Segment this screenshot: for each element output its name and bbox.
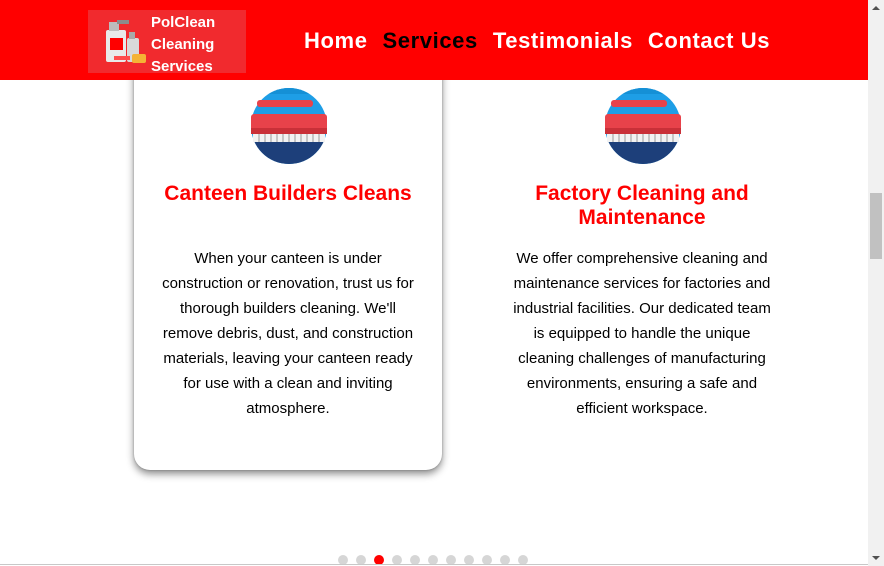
scroll-down-arrow-icon[interactable] [868,550,884,566]
brand-name-line: PolClean [151,14,216,31]
nav-services-link[interactable]: Services [383,28,478,54]
brand-name: PolClean Cleaning Services [151,12,246,78]
page-viewport: PolClean Cleaning Services Home Services… [0,0,868,566]
vertical-scrollbar[interactable] [868,0,884,566]
service-title: Factory Cleaning and Maintenance [535,182,749,229]
scrollbar-thumb[interactable] [870,193,882,259]
nav-contact-link[interactable]: Contact Us [648,28,770,54]
main-nav: Home Services Testimonials Contact Us [304,28,770,54]
service-description: We offer comprehensive cleaning and main… [513,250,771,417]
brand-name-line: Services [151,58,213,75]
service-title: Canteen Builders Cleans [164,182,412,205]
nav-testimonials-link[interactable]: Testimonials [493,28,633,54]
divider [0,564,868,565]
site-header: PolClean Cleaning Services Home Services… [0,0,868,80]
scrub-brush-icon [605,88,681,164]
scrub-brush-icon [251,88,327,164]
service-description: When your canteen is under construction … [162,250,414,417]
cleaning-supplies-icon [106,20,146,63]
scroll-up-arrow-icon[interactable] [868,0,884,16]
service-card[interactable]: Factory Cleaning and Maintenance We offe… [488,52,796,470]
brand-logo[interactable]: PolClean Cleaning Services [88,10,246,75]
brand-name-line: Cleaning [151,36,215,53]
nav-home-link[interactable]: Home [304,28,368,54]
service-card[interactable]: Canteen Builders Cleans When your cantee… [134,52,442,470]
